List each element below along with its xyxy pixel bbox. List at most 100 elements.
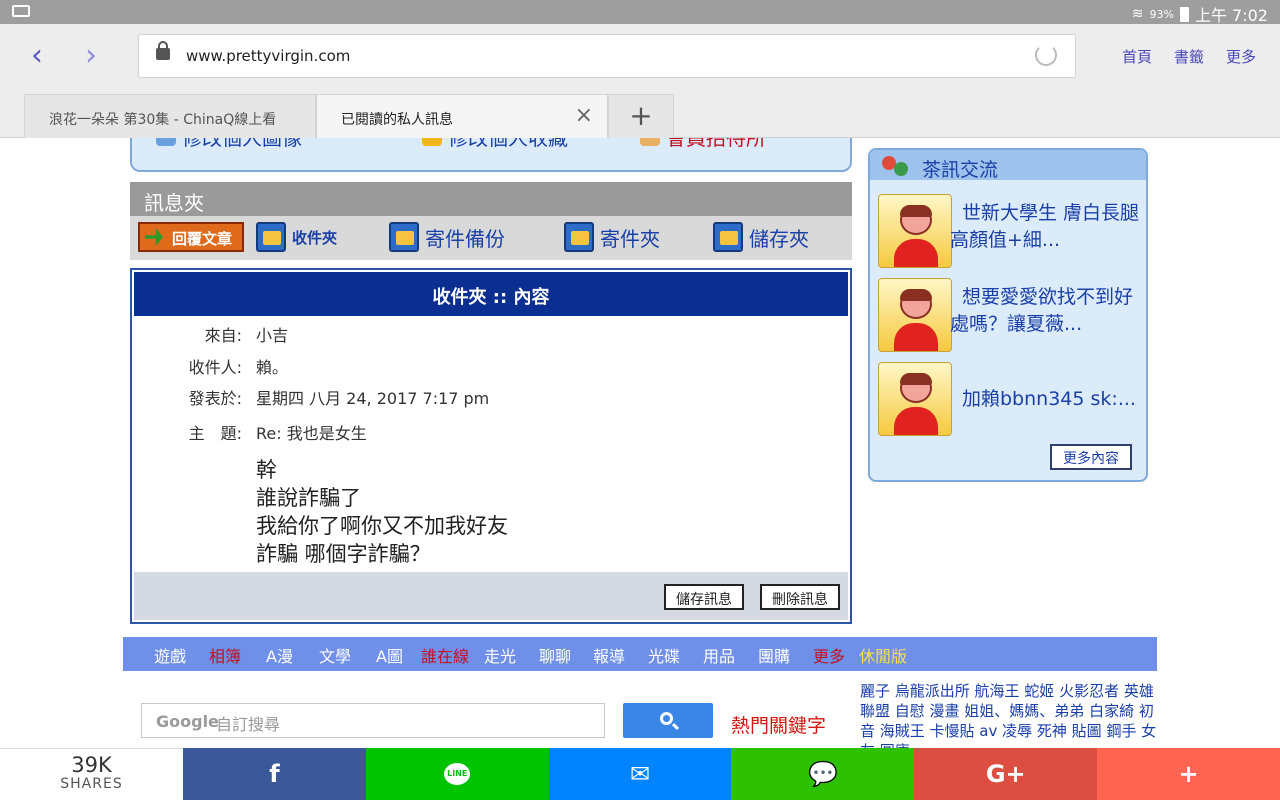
chat-entry[interactable]: 世新大學生 膚白長腿高顏值+細... — [878, 194, 1146, 272]
body-line: 我給你了啊你又不加我好友 — [256, 514, 508, 538]
inbox-folder[interactable]: 收件夾 — [256, 222, 337, 252]
member-lounge-label: 會員招待所 — [666, 138, 766, 150]
bookmarks-link[interactable]: 書籤 — [1174, 46, 1204, 67]
avatar-icon — [878, 362, 952, 436]
folder-icon — [713, 222, 743, 252]
inbox-label: 收件夾 — [292, 228, 338, 247]
search-button[interactable] — [623, 703, 713, 738]
saved-label: 儲存夾 — [749, 226, 809, 251]
tab-private-message[interactable]: 已閱讀的私人訊息 × — [316, 94, 608, 138]
wechat-icon: 💬 — [807, 760, 838, 788]
delete-message-button[interactable]: 刪除訊息 — [760, 584, 840, 610]
close-tab-icon[interactable]: × — [575, 103, 593, 128]
category-link[interactable]: A圖 — [376, 643, 403, 667]
category-link[interactable]: 聊聊 — [539, 643, 571, 667]
share-bar: 39K SHARES f LINE ✉ 💬 G+ + — [0, 748, 1280, 800]
chat-entry-text[interactable]: 加賴bbnn345 sk:... — [950, 386, 1150, 413]
google-logo: Google — [156, 712, 219, 731]
sent-backup-folder[interactable]: 寄件備份 — [389, 222, 505, 252]
reload-icon[interactable] — [1035, 44, 1057, 66]
category-link[interactable]: 用品 — [703, 643, 735, 667]
status-right: ≋ 93% 上午 7:02 — [1132, 2, 1268, 26]
battery-percent: 93% — [1149, 7, 1174, 21]
outbox-folder[interactable]: 寄件夾 — [564, 222, 660, 252]
tab-title: 浪花一朵朵 第30集 - ChinaQ線上看 — [49, 112, 277, 128]
from-value: 小吉 — [256, 326, 289, 345]
cast-icon — [12, 5, 30, 17]
facebook-share-button[interactable]: f — [183, 748, 366, 800]
google-plus-share-button[interactable]: G+ — [914, 748, 1098, 800]
tab-strip: 浪花一朵朵 第30集 - ChinaQ線上看 已閱讀的私人訊息 × + — [0, 90, 1280, 138]
reply-label: 回覆文章 — [172, 230, 233, 248]
body-line: 誰說詐騙了 — [256, 486, 361, 510]
messenger-icon: ✉ — [630, 760, 651, 788]
search-input[interactable]: Google 自訂搜尋 — [141, 703, 605, 738]
star-icon — [422, 138, 442, 146]
message-folder-header: 訊息夾 — [130, 182, 852, 216]
category-link[interactable]: 相簿 — [209, 643, 241, 667]
chat-entry[interactable]: 想要愛愛欲找不到好處嗎？讓夏薇... — [878, 278, 1146, 356]
message-title: 收件夾 :: 內容 — [134, 272, 848, 316]
reply-button[interactable]: 回覆文章 — [138, 222, 244, 252]
category-link[interactable]: 團購 — [758, 643, 790, 667]
browser-toolbar: ‹ › www.prettyvirgin.com 首頁 書籤 更多 — [0, 24, 1280, 90]
message-box: 收件夾 :: 內容 來自: 小吉 收件人: 賴。 發表於: 星期四 八月 24,… — [130, 268, 852, 624]
wifi-icon: ≋ — [1131, 6, 1144, 22]
lock-icon — [156, 41, 170, 60]
edit-favorites-link[interactable]: 修改個人收藏 — [422, 138, 568, 151]
category-link[interactable]: A漫 — [266, 643, 293, 667]
share-count-number: 39K — [71, 753, 112, 777]
more-link[interactable]: 更多 — [1226, 46, 1256, 67]
wechat-share-button[interactable]: 💬 — [731, 748, 915, 800]
people-icon — [880, 154, 910, 184]
date-label: 發表於: — [188, 389, 242, 408]
forward-button[interactable]: › — [76, 41, 106, 72]
search-placeholder: 自訂搜尋 — [216, 715, 281, 734]
save-message-button[interactable]: 儲存訊息 — [664, 584, 744, 610]
category-link[interactable]: 誰在線 — [421, 643, 469, 667]
more-icon: + — [1178, 760, 1199, 788]
browser-links: 首頁 書籤 更多 — [1122, 46, 1256, 67]
more-content-button[interactable]: 更多內容 — [1050, 444, 1132, 470]
outbox-label: 寄件夾 — [600, 226, 660, 251]
saved-folder[interactable]: 儲存夾 — [713, 222, 809, 252]
line-icon: LINE — [444, 763, 471, 785]
date-value: 星期四 八月 24, 2017 7:17 pm — [256, 389, 490, 408]
chat-entry-text[interactable]: 世新大學生 膚白長腿高顏值+細... — [950, 200, 1150, 254]
category-link[interactable]: 報導 — [593, 643, 625, 667]
edit-avatar-link[interactable]: 修改個人圖像 — [156, 138, 302, 151]
member-menu: 修改個人圖像 修改個人收藏 會員招待所 — [130, 138, 852, 172]
category-link[interactable]: 文學 — [319, 643, 351, 667]
more-share-button[interactable]: + — [1097, 748, 1280, 800]
chat-panel: 茶訊交流 世新大學生 膚白長腿高顏值+細... 想要愛愛欲找不到好處嗎？讓夏薇.… — [868, 148, 1148, 482]
message-body: 幹 誰說詐騙了 我給你了啊你又不加我好友 詐騙 哪個字詐騙？ — [256, 456, 508, 568]
tab-chinaq[interactable]: 浪花一朵朵 第30集 - ChinaQ線上看 — [24, 94, 316, 138]
search-icon — [660, 712, 673, 725]
messenger-share-button[interactable]: ✉ — [548, 748, 732, 800]
facebook-icon: f — [269, 760, 280, 788]
avatar-icon — [156, 138, 176, 146]
folder-icon — [389, 222, 419, 252]
keyword-tags[interactable]: 麗子 烏龍派出所 航海王 蛇姬 火影忍者 英雄聯盟 自慰 漫畫 姐姐、媽媽、弟弟… — [860, 681, 1160, 748]
new-tab-button[interactable]: + — [608, 94, 674, 138]
home-link[interactable]: 首頁 — [1122, 46, 1152, 67]
folder-bar: 回覆文章 收件夾 寄件備份 寄件夾 儲存夾 — [130, 216, 852, 260]
tab-title: 已閱讀的私人訊息 — [341, 112, 453, 128]
chat-entry[interactable]: 加賴bbnn345 sk:... — [878, 362, 1146, 440]
edit-favorites-label: 修改個人收藏 — [448, 138, 568, 150]
sent-backup-label: 寄件備份 — [425, 226, 505, 251]
reply-arrow-icon — [145, 228, 163, 246]
category-link[interactable]: 更多 — [813, 643, 845, 667]
category-link[interactable]: 光碟 — [648, 643, 680, 667]
back-button[interactable]: ‹ — [22, 41, 52, 72]
category-link[interactable]: 遊戲 — [154, 643, 186, 667]
message-actions: 儲存訊息 刪除訊息 — [134, 572, 848, 620]
address-bar[interactable]: www.prettyvirgin.com — [138, 34, 1076, 78]
line-share-button[interactable]: LINE — [365, 748, 549, 800]
body-line: 詐騙 哪個字詐騙？ — [256, 542, 431, 566]
member-lounge-link[interactable]: 會員招待所 — [640, 138, 766, 151]
chat-entry-text[interactable]: 想要愛愛欲找不到好處嗎？讓夏薇... — [950, 284, 1150, 338]
category-link[interactable]: 休閒版 — [859, 643, 907, 667]
category-link[interactable]: 走光 — [484, 643, 516, 667]
to-label: 收件人: — [188, 358, 242, 377]
